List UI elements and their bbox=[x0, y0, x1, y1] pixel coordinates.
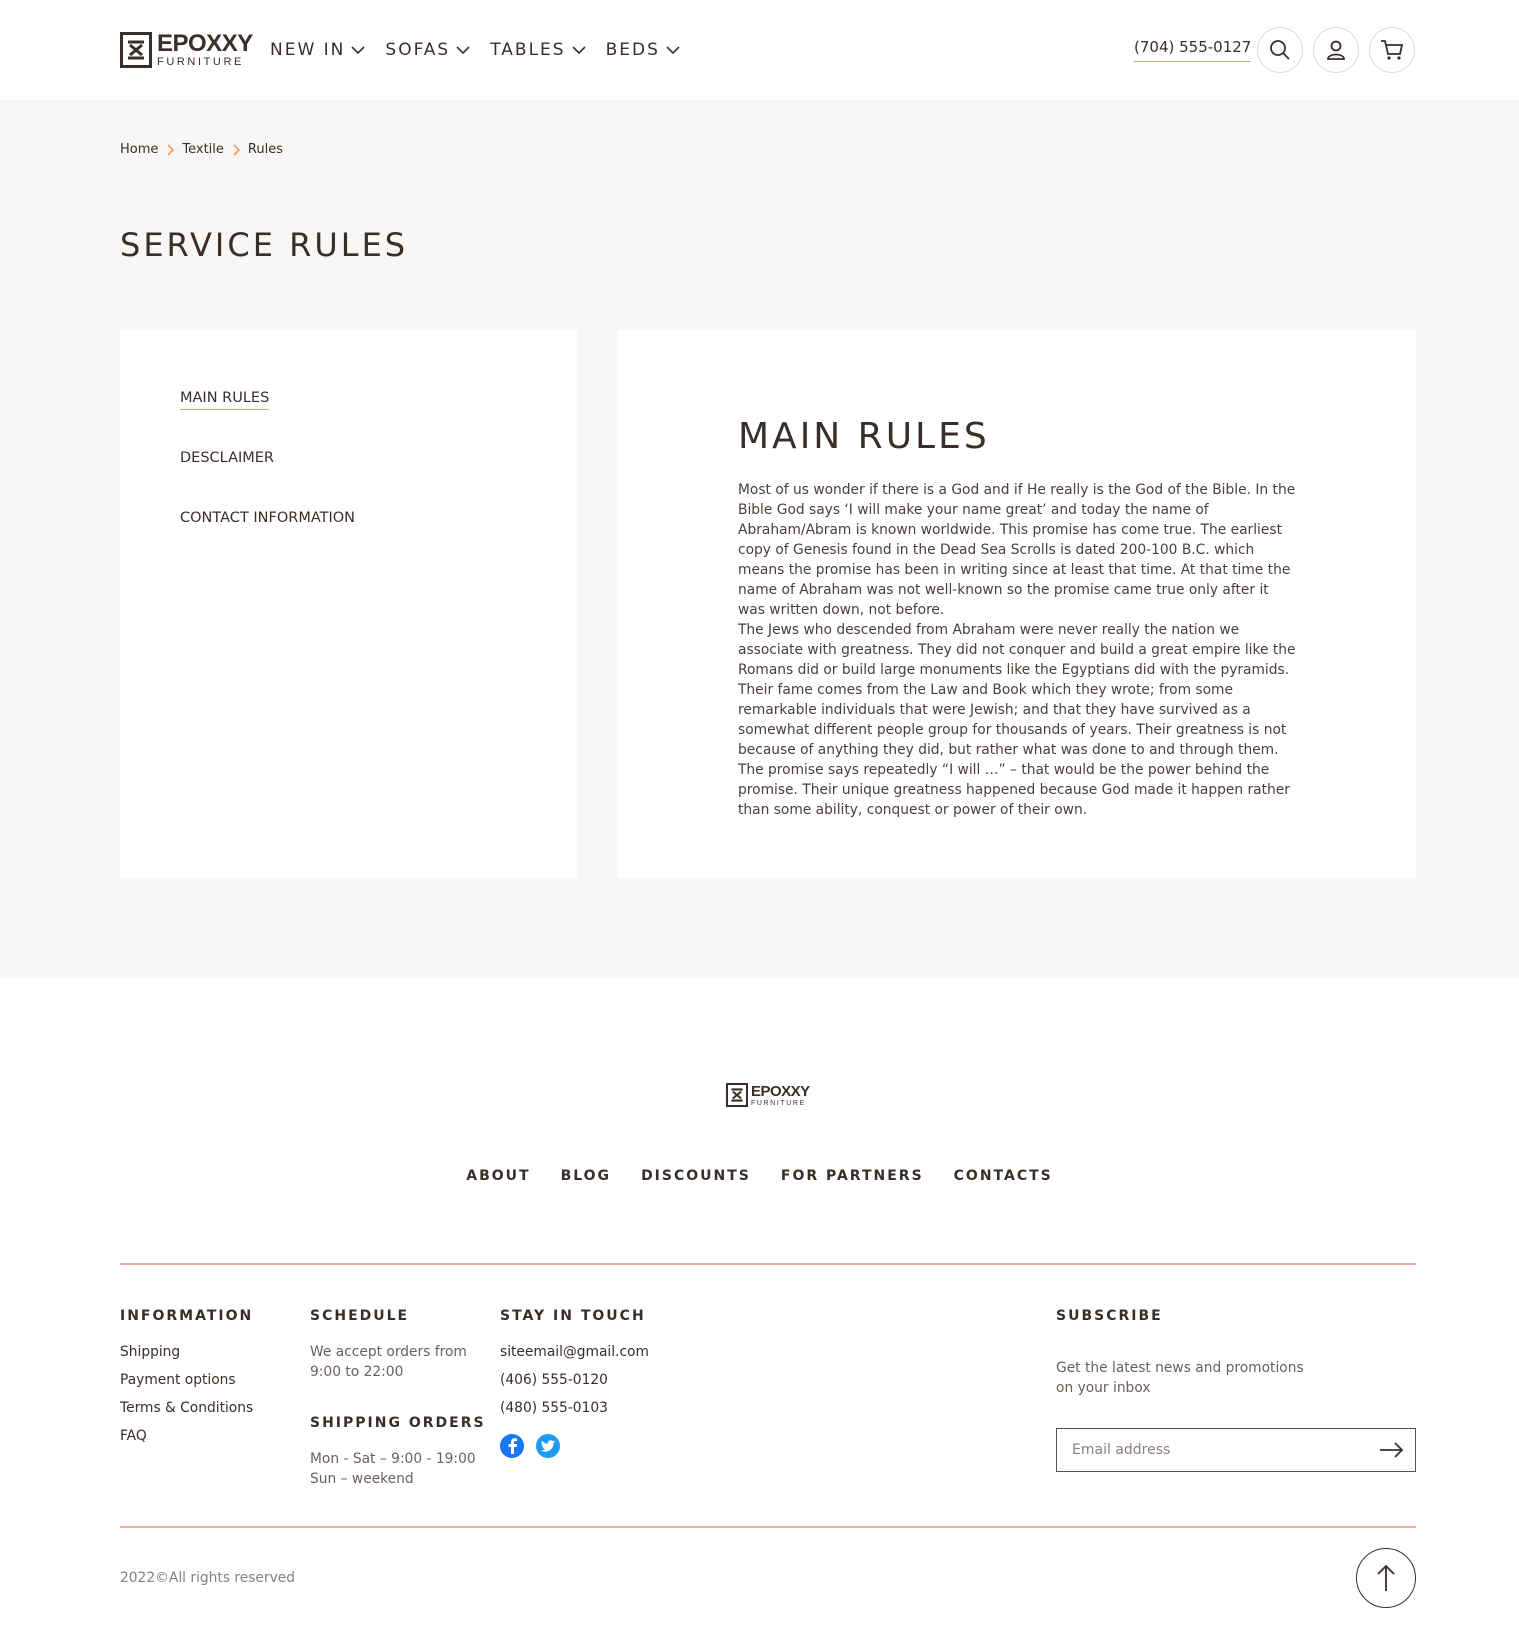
scroll-to-top-button[interactable] bbox=[1356, 1548, 1416, 1608]
footer-nav-contacts[interactable]: CONTACTS bbox=[954, 1168, 1053, 1184]
breadcrumb-current: Rules bbox=[247, 142, 283, 157]
footer-logo-subtitle: FURNITURE bbox=[751, 1099, 806, 1107]
footer-link-shipping[interactable]: Shipping bbox=[120, 1344, 180, 1360]
schedule-line: We accept orders from bbox=[310, 1344, 467, 1360]
user-icon bbox=[1327, 40, 1345, 60]
footer-divider bbox=[120, 1526, 1416, 1528]
main-section: Home Textile Rules SERVICE RULES MAIN RU… bbox=[0, 100, 1519, 978]
nav-item-new-in[interactable]: NEW IN bbox=[270, 40, 365, 60]
arrow-up-icon bbox=[1377, 1564, 1395, 1591]
nav-item-label: SOFAS bbox=[385, 40, 451, 60]
footer-nav-for-partners[interactable]: FOR PARTNERS bbox=[781, 1168, 924, 1184]
sidebar-item-disclaimer[interactable]: DESCLAIMER bbox=[180, 450, 274, 466]
twitter-icon[interactable] bbox=[536, 1434, 560, 1458]
nav-item-label: NEW IN bbox=[270, 40, 346, 60]
breadcrumb: Home Textile Rules bbox=[120, 142, 283, 157]
account-button[interactable] bbox=[1313, 27, 1359, 73]
breadcrumb-textile[interactable]: Textile bbox=[182, 142, 224, 157]
logo-subtitle: FURNITURE bbox=[157, 56, 244, 68]
main-nav: NEW IN SOFAS TABLES BEDS bbox=[270, 40, 680, 60]
sidebar-item-contact-information[interactable]: CONTACT INFORMATION bbox=[180, 510, 355, 526]
nav-item-label: TABLES bbox=[490, 40, 566, 60]
footer-link-payment-options[interactable]: Payment options bbox=[120, 1372, 236, 1388]
breadcrumb-home[interactable]: Home bbox=[120, 142, 158, 157]
footer-nav-discounts[interactable]: DISCOUNTS bbox=[641, 1168, 751, 1184]
subscribe-text: on your inbox bbox=[1056, 1380, 1151, 1396]
shipping-line: Sun – weekend bbox=[310, 1471, 414, 1487]
site-header: EPOXXY FURNITURE NEW IN SOFAS TABLES BED… bbox=[0, 0, 1519, 100]
shipping-line: Mon - Sat – 9:00 - 19:00 bbox=[310, 1451, 476, 1467]
logo-mark-icon bbox=[120, 32, 152, 68]
content-paragraph: Most of us wonder if there is a God and … bbox=[738, 482, 1296, 618]
page-title: SERVICE RULES bbox=[120, 226, 409, 264]
content-paragraph: The Jews who descended from Abraham were… bbox=[738, 622, 1296, 818]
arrow-right-icon bbox=[1380, 1442, 1404, 1458]
footer-nav: ABOUT BLOG DISCOUNTS FOR PARTNERS CONTAC… bbox=[0, 1168, 1519, 1184]
footer-nav-about[interactable]: ABOUT bbox=[466, 1168, 530, 1184]
logo-mark-icon bbox=[726, 1083, 748, 1107]
nav-item-tables[interactable]: TABLES bbox=[490, 40, 586, 60]
copyright: 2022©All rights reserved bbox=[120, 1570, 296, 1586]
chevron-down-icon bbox=[666, 46, 680, 55]
footer-link-terms[interactable]: Terms & Conditions bbox=[120, 1400, 253, 1416]
chevron-down-icon bbox=[351, 46, 365, 55]
shipping-orders-title: SHIPPING ORDERS bbox=[310, 1415, 486, 1431]
subscribe-form bbox=[1056, 1428, 1416, 1472]
chevron-right-icon bbox=[166, 143, 175, 156]
logo-title: EPOXXY bbox=[157, 30, 253, 57]
nav-item-beds[interactable]: BEDS bbox=[606, 40, 680, 60]
schedule-line: 9:00 to 22:00 bbox=[310, 1364, 404, 1380]
logo[interactable]: EPOXXY FURNITURE bbox=[120, 32, 253, 68]
subscribe-title: SUBSCRIBE bbox=[1056, 1308, 1163, 1324]
cart-button[interactable] bbox=[1369, 27, 1415, 73]
chevron-down-icon bbox=[456, 46, 470, 55]
footer-phone-link[interactable]: (480) 555-0103 bbox=[500, 1400, 608, 1416]
footer-divider bbox=[120, 1263, 1416, 1265]
chevron-down-icon bbox=[572, 46, 586, 55]
subscribe-text: Get the latest news and promotions bbox=[1056, 1360, 1304, 1376]
footer-phone-link[interactable]: (406) 555-0120 bbox=[500, 1372, 608, 1388]
stay-in-touch-title: STAY IN TOUCH bbox=[500, 1308, 646, 1324]
facebook-icon[interactable] bbox=[500, 1434, 524, 1458]
rules-content: MAIN RULES Most of us wonder if there is… bbox=[618, 330, 1416, 878]
nav-item-label: BEDS bbox=[605, 40, 660, 60]
rules-sidebar: MAIN RULES DESCLAIMER CONTACT INFORMATIO… bbox=[120, 330, 578, 878]
footer-nav-blog[interactable]: BLOG bbox=[561, 1168, 612, 1184]
cart-icon bbox=[1381, 40, 1404, 60]
chevron-right-icon bbox=[232, 143, 240, 156]
header-phone-link[interactable]: (704) 555-0127 bbox=[1134, 38, 1252, 62]
search-button[interactable] bbox=[1257, 27, 1303, 73]
sidebar-item-main-rules[interactable]: MAIN RULES bbox=[180, 390, 270, 410]
subscribe-submit-button[interactable] bbox=[1369, 1429, 1415, 1471]
email-field[interactable] bbox=[1057, 1429, 1369, 1471]
search-icon bbox=[1270, 40, 1290, 60]
schedule-title: SCHEDULE bbox=[310, 1308, 410, 1324]
footer-logo[interactable]: EPOXXY FURNITURE bbox=[726, 1083, 810, 1107]
nav-item-sofas[interactable]: SOFAS bbox=[385, 40, 470, 60]
information-title: INFORMATION bbox=[120, 1308, 254, 1324]
footer-logo-title: EPOXXY bbox=[751, 1082, 810, 1100]
footer-email-link[interactable]: siteemail@gmail.com bbox=[500, 1344, 649, 1360]
content-title: MAIN RULES bbox=[738, 416, 990, 457]
footer-link-faq[interactable]: FAQ bbox=[120, 1428, 147, 1444]
